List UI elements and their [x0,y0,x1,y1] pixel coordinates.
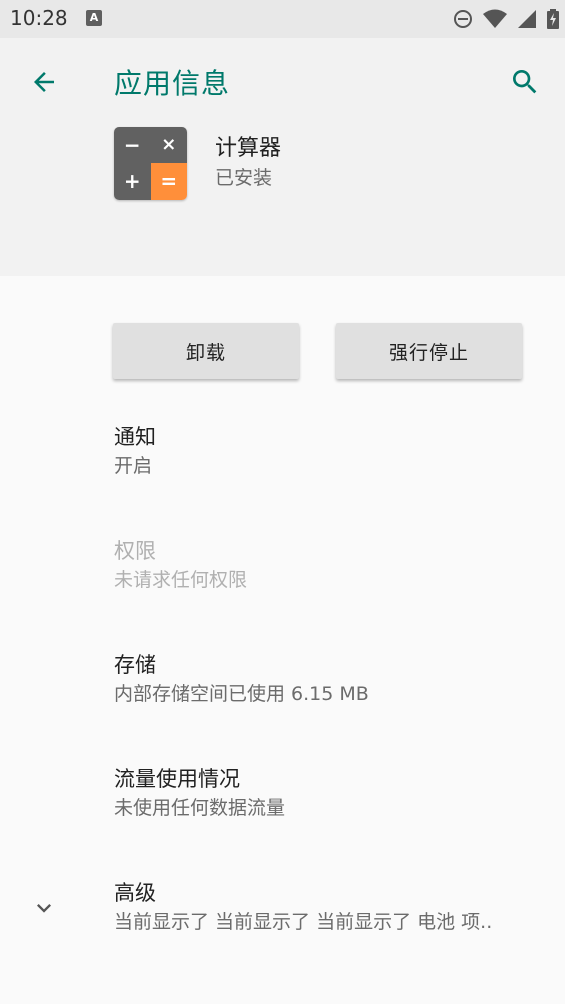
setting-summary: 未请求任何权限 [114,569,248,591]
setting-summary: 未使用任何数据流量 [114,797,286,819]
chevron-down-icon [37,904,51,913]
back-button[interactable] [22,62,66,102]
battery-icon [547,9,559,29]
setting-summary: 内部存储空间已使用 6.15 MB [114,683,369,705]
arrow-back-icon [34,72,54,92]
setting-title: 流量使用情况 [114,767,240,791]
cell-signal-icon [518,10,536,28]
setting-data-usage[interactable]: 流量使用情况 未使用任何数据流量 [114,764,285,822]
do-not-disturb-icon [454,10,472,28]
setting-title: 权限 [114,539,156,563]
setting-summary: 开启 [114,455,153,477]
expand-advanced-button[interactable] [26,890,62,926]
calculator-app-icon: − × + = [114,126,187,200]
page-title: 应用信息 [114,67,231,100]
uninstall-button[interactable]: 卸载 [113,323,299,379]
plus-glyph: + [114,163,151,200]
setting-permissions: 权限 未请求任何权限 [114,536,247,594]
force-stop-button[interactable]: 强行停止 [336,323,522,379]
setting-advanced[interactable]: 高级 当前显示了 当前显示了 当前显示了 电池 项.. [114,878,492,936]
app-install-status: 已安装 [215,167,273,189]
search-button[interactable] [503,62,547,102]
app-bar: 应用信息 [0,38,565,276]
setting-summary: 当前显示了 当前显示了 当前显示了 电池 项.. [114,911,493,933]
minus-glyph: − [114,126,151,163]
setting-title: 存储 [114,653,156,677]
setting-storage[interactable]: 存储 内部存储空间已使用 6.15 MB [114,650,369,708]
app-header: − × + = 计算器 已安装 [114,126,281,200]
app-name: 计算器 [215,136,282,161]
setting-notifications[interactable]: 通知 开启 [114,422,156,480]
status-time: 10:28 [10,6,68,30]
notification-app-icon: A [86,10,102,26]
status-icons [453,8,559,30]
setting-title: 通知 [114,425,156,449]
setting-title: 高级 [114,881,156,905]
multiply-glyph: × [150,126,187,163]
status-bar: 10:28 A [0,0,565,38]
search-icon [513,70,537,94]
wifi-icon [483,9,507,28]
equals-glyph: = [150,163,187,200]
